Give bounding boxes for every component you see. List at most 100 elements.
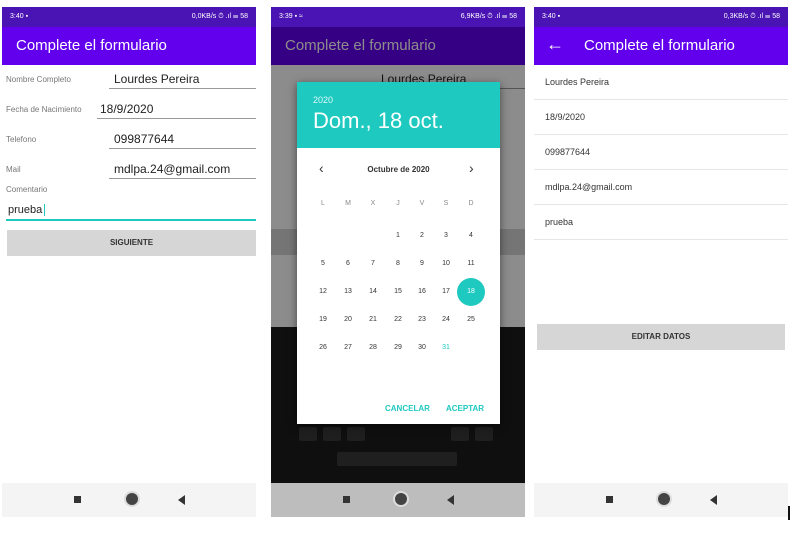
name-underline [109, 88, 256, 89]
birthdate-label: Fecha de Nacimiento [6, 105, 82, 114]
status-time: 3:40 ▪ [542, 13, 561, 20]
status-icons: 6,9KB/s ⏱ .ıl ☰ 58 [460, 13, 517, 20]
date-picker-header: 2020 Dom., 18 oct. [297, 82, 500, 148]
calendar-day[interactable]: 3 [436, 226, 456, 246]
calendar-day[interactable]: 8 [388, 254, 408, 274]
app-bar: Complete el formulario [2, 27, 256, 65]
calendar-day[interactable]: 24 [436, 310, 456, 330]
weekday-label: X [370, 200, 376, 207]
calendar-day[interactable]: 21 [363, 310, 383, 330]
status-bar: 3:40 ▪ 0,0KB/s ⏱ .ıl ☰ 58 [2, 7, 256, 27]
status-bar: 3:40 ▪ 0,3KB/s ⏱ .ıl ☰ 58 [534, 7, 788, 27]
accept-button[interactable]: ACEPTAR [446, 404, 484, 413]
home-icon[interactable] [658, 493, 670, 505]
calendar-day[interactable]: 19 [313, 310, 333, 330]
weekday-label: V [419, 200, 425, 207]
home-icon[interactable] [126, 493, 138, 505]
calendar-day[interactable]: 30 [412, 338, 432, 358]
calendar-day[interactable]: 9 [412, 254, 432, 274]
calendar-day[interactable]: 31 [436, 338, 456, 358]
calendar-day-selected[interactable]: 18 [457, 278, 485, 306]
birthdate-field[interactable]: 18/9/2020 [100, 102, 153, 116]
date-picker-dialog: 2020 Dom., 18 oct. ‹ Octubre de 2020 › L… [297, 82, 500, 424]
calendar-day[interactable]: 15 [388, 282, 408, 302]
comment-field[interactable]: prueba [8, 204, 42, 216]
calendar-day[interactable]: 7 [363, 254, 383, 274]
mail-label: Mail [6, 165, 21, 174]
cancel-button[interactable]: CANCELAR [385, 404, 430, 413]
name-field[interactable]: Lourdes Pereira [114, 72, 199, 86]
phone-summary: 3:40 ▪ 0,3KB/s ⏱ .ıl ☰ 58 ← Complete el … [534, 7, 788, 517]
calendar-day[interactable]: 22 [388, 310, 408, 330]
list-item-text: prueba [545, 217, 574, 227]
weekday-label: S [443, 200, 449, 207]
calendar-day[interactable]: 11 [461, 254, 481, 274]
weekday-label: L [321, 200, 325, 207]
page-title: Complete el formulario [16, 37, 167, 54]
calendar-day[interactable]: 26 [313, 338, 333, 358]
picker-selected-date: Dom., 18 oct. [313, 108, 444, 133]
calendar-day[interactable]: 5 [313, 254, 333, 274]
weekday-label: M [345, 200, 351, 207]
mail-field[interactable]: mdlpa.24@gmail.com [114, 162, 230, 176]
calendar-day[interactable]: 20 [338, 310, 358, 330]
list-item: mdlpa.24@gmail.com [534, 170, 788, 205]
list-item-text: Lourdes Pereira [545, 77, 610, 87]
list-item: prueba [534, 205, 788, 240]
status-icons: 0,0KB/s ⏱ .ıl ☰ 58 [191, 13, 248, 20]
status-time: 3:40 ▪ [10, 13, 29, 20]
calendar-day[interactable]: 12 [313, 282, 333, 302]
app-bar: ← Complete el formulario [534, 27, 788, 65]
status-bar: 3:39 ▪ ≈ 6,9KB/s ⏱ .ıl ☰ 58 [271, 7, 525, 27]
nav-bar [534, 483, 788, 517]
comment-underline [6, 219, 256, 221]
phone-label: Telefono [6, 135, 37, 144]
calendar-day[interactable]: 2 [412, 226, 432, 246]
status-icons: 0,3KB/s ⏱ .ıl ☰ 58 [723, 13, 780, 20]
phone-underline [109, 148, 256, 149]
calendar-day[interactable]: 17 [436, 282, 456, 302]
edge-marker [788, 506, 790, 520]
back-nav-icon[interactable] [447, 495, 454, 505]
next-month-icon[interactable]: › [469, 160, 474, 176]
weekday-label: D [468, 200, 474, 207]
text-cursor [44, 204, 45, 216]
phone-form: 3:40 ▪ 0,0KB/s ⏱ .ıl ☰ 58 Complete el fo… [2, 7, 256, 517]
list-item: Lourdes Pereira [534, 65, 788, 100]
weekday-label: J [396, 200, 400, 207]
calendar-day[interactable]: 1 [388, 226, 408, 246]
calendar-day[interactable]: 10 [436, 254, 456, 274]
back-arrow-icon[interactable]: ← [546, 34, 564, 55]
nav-bar [271, 483, 525, 517]
recents-icon[interactable] [606, 496, 613, 503]
calendar-day[interactable]: 29 [388, 338, 408, 358]
home-icon[interactable] [395, 493, 407, 505]
next-button[interactable]: SIGUIENTE [7, 230, 256, 256]
page-title: Complete el formulario [584, 37, 735, 54]
list-item-text: 099877644 [545, 147, 591, 157]
calendar-day[interactable]: 13 [338, 282, 358, 302]
calendar-day[interactable]: 14 [363, 282, 383, 302]
mail-underline [109, 178, 256, 179]
calendar-day[interactable]: 4 [461, 226, 481, 246]
back-nav-icon[interactable] [178, 495, 185, 505]
list-item: 099877644 [534, 135, 788, 170]
back-nav-icon[interactable] [710, 495, 717, 505]
calendar-day[interactable]: 16 [412, 282, 432, 302]
list-item-text: 18/9/2020 [545, 112, 586, 122]
name-label: Nombre Completo [6, 75, 71, 84]
recents-icon[interactable] [74, 496, 81, 503]
calendar-day[interactable]: 27 [338, 338, 358, 358]
calendar-day[interactable]: 28 [363, 338, 383, 358]
calendar-day[interactable]: 6 [338, 254, 358, 274]
recents-icon[interactable] [343, 496, 350, 503]
birthdate-underline [97, 118, 256, 119]
calendar-day[interactable]: 25 [461, 310, 481, 330]
list-item-text: mdlpa.24@gmail.com [545, 182, 633, 192]
list-item: 18/9/2020 [534, 100, 788, 135]
phone-field[interactable]: 099877644 [114, 132, 174, 146]
calendar-day[interactable]: 23 [412, 310, 432, 330]
picker-year[interactable]: 2020 [313, 95, 333, 105]
nav-bar [2, 483, 256, 517]
edit-data-button[interactable]: EDITAR DATOS [537, 324, 785, 350]
